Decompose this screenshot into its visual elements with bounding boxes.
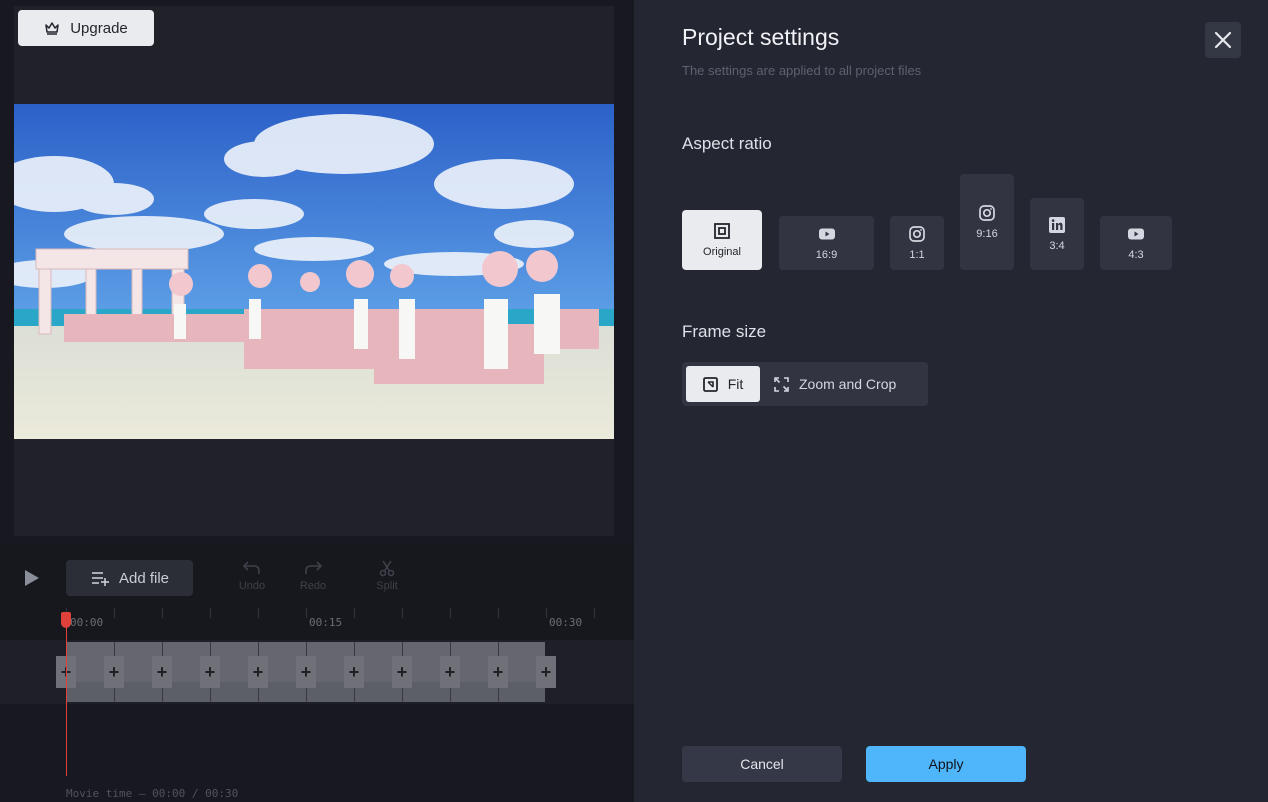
undo-button[interactable]: Undo xyxy=(232,558,272,592)
cancel-button[interactable]: Cancel xyxy=(682,746,842,782)
frame-size-toggle: Fit Zoom and Crop xyxy=(682,362,928,406)
fit-button[interactable]: Fit xyxy=(686,366,760,402)
upgrade-button[interactable]: Upgrade xyxy=(18,10,154,46)
aspect-ratio-title: Aspect ratio xyxy=(682,134,772,153)
project-settings-panel: Project settings The settings are applie… xyxy=(634,0,1268,802)
linkedin-icon xyxy=(1049,217,1065,233)
aspect-9-16-button[interactable]: 9:16 xyxy=(960,174,1014,270)
insert-plus-button[interactable]: + xyxy=(536,656,556,688)
insert-plus-button[interactable]: + xyxy=(392,656,412,688)
playhead-handle[interactable] xyxy=(61,612,71,628)
panel-title: Project settings xyxy=(682,24,840,50)
aspect-label: 3:4 xyxy=(1049,240,1065,252)
split-label: Split xyxy=(376,580,398,592)
split-button[interactable]: Split xyxy=(367,558,407,592)
ruler-tick xyxy=(546,608,547,618)
redo-icon xyxy=(305,561,323,574)
crown-icon xyxy=(45,22,59,35)
aspect-label: 16:9 xyxy=(815,249,838,261)
beach-scene-image xyxy=(14,104,614,439)
zoom-crop-icon xyxy=(774,376,789,392)
ruler-tick xyxy=(498,608,499,618)
add-file-label: Add file xyxy=(118,569,170,587)
ruler-tick xyxy=(354,608,355,618)
aspect-16-9-button[interactable]: 16:9 xyxy=(779,216,874,270)
close-icon xyxy=(1214,31,1232,49)
upgrade-label: Upgrade xyxy=(70,19,128,37)
ruler-tick xyxy=(450,608,451,618)
movie-time-prefix: Movie time – xyxy=(66,787,146,800)
scissors-icon xyxy=(379,560,395,577)
ruler-tick xyxy=(258,608,259,618)
frame-size-title: Frame size xyxy=(682,322,767,341)
ruler-label: 00:15 xyxy=(309,616,343,629)
editor-area: Upgrade Add file Undo Redo Split 00:00 0… xyxy=(0,0,634,802)
instagram-icon xyxy=(979,205,995,221)
redo-label: Redo xyxy=(299,580,327,592)
insert-plus-button[interactable]: + xyxy=(440,656,460,688)
redo-button[interactable]: Redo xyxy=(293,558,333,592)
aspect-label: 1:1 xyxy=(909,249,925,261)
insert-plus-button[interactable]: + xyxy=(296,656,316,688)
insert-plus-button[interactable]: + xyxy=(344,656,364,688)
insert-plus-button[interactable]: + xyxy=(152,656,172,688)
app-window: Upgrade Add file Undo Redo Split 00:00 0… xyxy=(0,0,1268,802)
play-button[interactable] xyxy=(22,568,42,588)
aspect-label: 9:16 xyxy=(976,228,998,240)
original-icon xyxy=(714,223,730,239)
movie-time-value: 00:00 / 00:30 xyxy=(152,787,239,800)
ruler-tick xyxy=(402,608,403,618)
ruler-tick xyxy=(162,608,163,618)
insert-plus-button[interactable]: + xyxy=(488,656,508,688)
fit-label: Fit xyxy=(727,376,744,392)
timeline-ruler[interactable]: 00:00 00:15 00:30 xyxy=(0,608,634,640)
aspect-1-1-button[interactable]: 1:1 xyxy=(890,216,944,270)
aspect-label: 4:3 xyxy=(1128,249,1144,261)
ruler-tick xyxy=(114,608,115,618)
play-icon xyxy=(25,570,39,586)
apply-button[interactable]: Apply xyxy=(866,746,1026,782)
playhead-line xyxy=(66,620,67,776)
ruler-label: 00:00 xyxy=(70,616,104,629)
undo-icon xyxy=(242,561,260,574)
timeline-toolbar: Add file Undo Redo Split xyxy=(0,544,634,608)
panel-subtitle: The settings are applied to all project … xyxy=(682,63,922,78)
insert-plus-button[interactable]: + xyxy=(248,656,268,688)
aspect-label: Original xyxy=(703,246,741,258)
add-file-button[interactable]: Add file xyxy=(66,560,193,596)
aspect-4-3-button[interactable]: 4:3 xyxy=(1100,216,1172,270)
youtube-icon xyxy=(818,228,835,240)
add-list-icon xyxy=(91,572,109,586)
insert-plus-button[interactable]: + xyxy=(104,656,124,688)
instagram-icon xyxy=(909,226,925,242)
youtube-icon xyxy=(1128,228,1144,240)
close-button[interactable] xyxy=(1205,22,1241,58)
preview-image xyxy=(14,104,614,439)
fit-icon xyxy=(702,376,718,392)
zoom-crop-label: Zoom and Crop xyxy=(799,376,897,392)
undo-label: Undo xyxy=(238,580,266,592)
ruler-tick xyxy=(306,608,307,618)
ruler-tick xyxy=(210,608,211,618)
aspect-original-button[interactable]: Original xyxy=(682,210,762,270)
movie-time: Movie time – 00:00 / 00:30 xyxy=(66,787,238,800)
ruler-label: 00:30 xyxy=(549,616,583,629)
zoom-crop-button[interactable]: Zoom and Crop xyxy=(774,366,924,402)
insert-plus-button[interactable]: + xyxy=(200,656,220,688)
ruler-tick xyxy=(594,608,595,618)
aspect-3-4-button[interactable]: 3:4 xyxy=(1030,198,1084,270)
